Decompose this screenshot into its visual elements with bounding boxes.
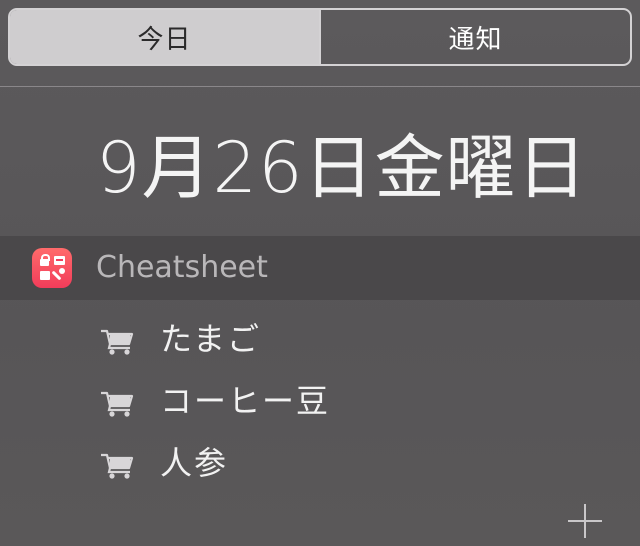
widget-title: Cheatsheet [96, 250, 268, 285]
notification-center: 今日 通知 9月26日金曜日 Cheatsheet たまご コーヒー豆 人参 [0, 0, 640, 546]
tab-notifications-label: 通知 [448, 24, 503, 55]
tab-notifications[interactable]: 通知 [319, 10, 630, 64]
shopping-cart-icon [101, 329, 134, 355]
list-item[interactable]: コーヒー豆 [0, 370, 640, 432]
widget-header[interactable]: Cheatsheet [0, 236, 640, 300]
date-heading: 9月26日金曜日 [96, 127, 588, 209]
tab-today-label: 今日 [137, 24, 192, 55]
list-item-label: 人参 [160, 444, 229, 482]
list-item[interactable]: たまご [0, 308, 640, 370]
tab-today[interactable]: 今日 [10, 10, 319, 64]
view-segmented-control: 今日 通知 [8, 8, 632, 66]
list-item-label: たまご [160, 320, 262, 358]
header-divider [0, 86, 640, 87]
cheatsheet-app-icon [32, 248, 72, 288]
shopping-list: たまご コーヒー豆 人参 [0, 308, 640, 494]
shopping-cart-icon [101, 391, 134, 417]
list-item-label: コーヒー豆 [160, 382, 331, 420]
list-item[interactable]: 人参 [0, 432, 640, 494]
shopping-cart-icon [101, 453, 134, 479]
add-item-button[interactable] [568, 504, 602, 538]
